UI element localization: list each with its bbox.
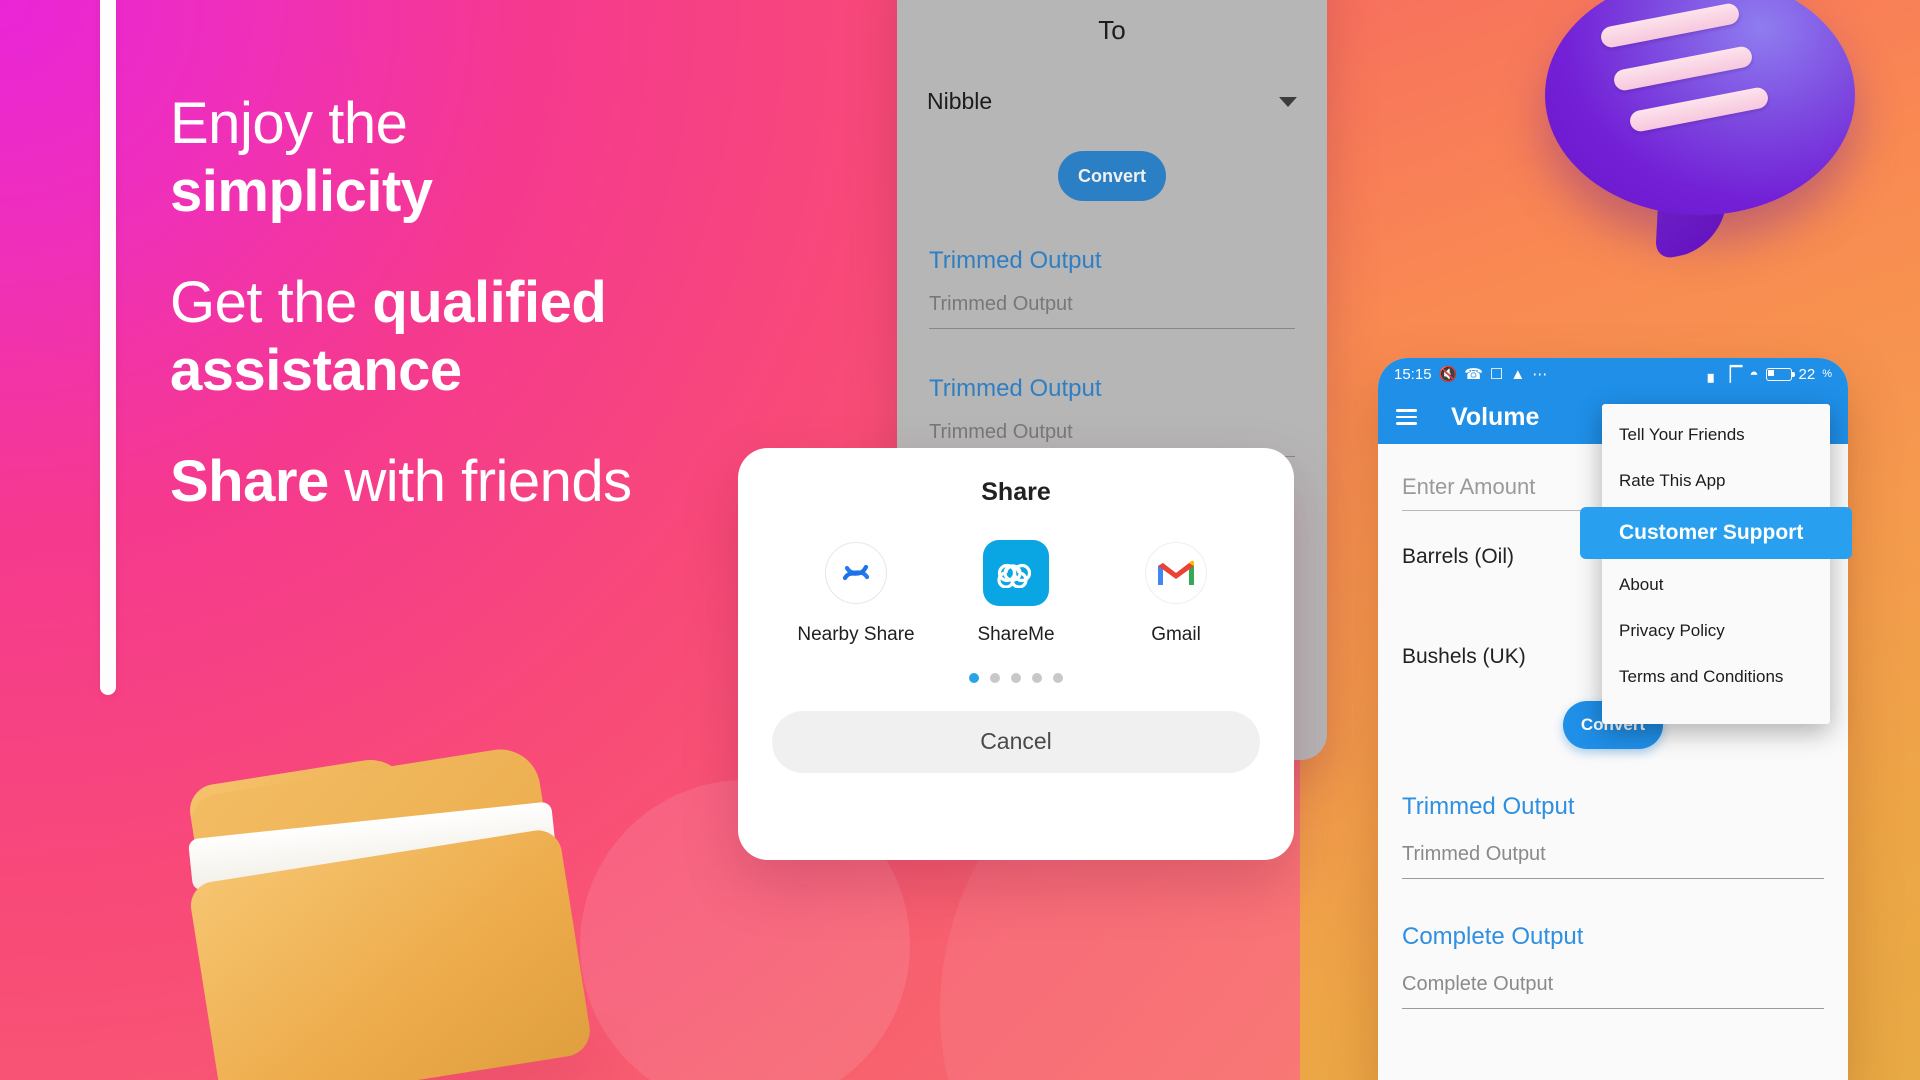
headline-2-normal: Get the	[170, 269, 373, 335]
trimmed-output-label: Trimmed Output	[1402, 793, 1575, 820]
shareme-icon	[983, 540, 1049, 606]
headline-1-bold: simplicity	[170, 159, 433, 225]
hamburger-icon[interactable]	[1396, 405, 1417, 429]
nearby-share-icon-wrap	[796, 537, 916, 609]
status-time: 15:15	[1394, 365, 1432, 383]
dim-panel-convert-button[interactable]: Convert	[1058, 151, 1166, 201]
shareme-icon-wrap	[956, 537, 1076, 609]
cloud-icon: ▲	[1510, 365, 1526, 383]
share-app-shareme[interactable]: ShareMe	[956, 537, 1076, 647]
cancel-button[interactable]: Cancel	[772, 710, 1260, 773]
signal-icon: ▖▕▔	[1707, 366, 1743, 383]
vcard-icon: ☐	[1489, 366, 1504, 383]
menu-item-customer-support[interactable]: Customer Support	[1580, 507, 1852, 559]
pagination-dot-2[interactable]	[990, 672, 1000, 683]
status-bar-right: ▖▕▔ ◓ 22%	[1707, 365, 1832, 384]
share-sheet-pagination[interactable]	[738, 672, 1294, 683]
nearby-share-icon	[825, 542, 887, 604]
dim-panel-title: To	[1098, 15, 1126, 45]
speech-bubble-3d-illustration	[1545, 0, 1875, 275]
trimmed-output-input[interactable]: Trimmed Output	[1402, 843, 1824, 879]
overflow-menu: Tell Your Friends Rate This App Customer…	[1580, 404, 1852, 724]
accent-bar	[100, 0, 116, 695]
share-sheet: Share Nearby Share ShareMe Gmail Cancel	[738, 448, 1294, 860]
share-app-label-shareme: ShareMe	[977, 624, 1055, 645]
battery-icon	[1765, 367, 1795, 381]
headline-3-bold: Share	[170, 448, 329, 514]
headline-1: Enjoy the simplicity	[170, 90, 800, 227]
status-bar: 15:15 🔇 ☎ ☐ ▲ ⋯ ▖▕▔ ◓ 22%	[1378, 358, 1848, 390]
gmail-icon	[1145, 542, 1207, 604]
call-forward-icon: ☎	[1464, 366, 1483, 383]
headline-3-normal: with friends	[328, 448, 632, 514]
wifi-icon: ◓	[1749, 365, 1759, 383]
menu-item-privacy-policy[interactable]: Privacy Policy	[1602, 608, 1830, 654]
headline-1-normal: Enjoy the	[170, 91, 408, 156]
dim-panel-section-label-2: Trimmed Output	[929, 375, 1102, 402]
battery-percent: 22	[1798, 365, 1816, 383]
mute-icon: 🔇	[1438, 366, 1458, 383]
battery-percent-symbol: %	[1822, 368, 1832, 380]
pagination-dot-4[interactable]	[1032, 672, 1042, 683]
app-bar-title: Volume	[1451, 402, 1540, 431]
pagination-dot-5[interactable]	[1053, 672, 1063, 683]
promo-headlines: Enjoy the simplicity Get the qualified a…	[170, 90, 800, 516]
menu-item-about[interactable]: About	[1602, 562, 1830, 608]
share-app-nearby-share[interactable]: Nearby Share	[796, 537, 916, 647]
share-app-gmail[interactable]: Gmail	[1116, 537, 1236, 647]
menu-item-rate-this-app[interactable]: Rate This App	[1602, 458, 1830, 504]
complete-output-input[interactable]: Complete Output	[1402, 973, 1824, 1009]
dim-panel-unit-dropdown[interactable]: Nibble	[927, 88, 1297, 115]
chevron-down-icon	[1279, 96, 1297, 107]
pagination-dot-1[interactable]	[969, 672, 979, 683]
dim-panel-section-label-1: Trimmed Output	[929, 247, 1102, 274]
share-app-list: Nearby Share ShareMe Gmail	[776, 537, 1256, 647]
share-app-label-gmail: Gmail	[1151, 624, 1201, 645]
complete-output-label: Complete Output	[1402, 923, 1584, 950]
status-bar-left: 15:15 🔇 ☎ ☐ ▲ ⋯	[1394, 365, 1548, 384]
share-app-label-nearby: Nearby Share	[797, 624, 915, 645]
menu-item-terms-and-conditions[interactable]: Terms and Conditions	[1602, 654, 1830, 700]
dim-panel-field-1[interactable]: Trimmed Output	[929, 293, 1295, 329]
pagination-dot-3[interactable]	[1011, 672, 1021, 683]
dim-panel-unit-value: Nibble	[927, 88, 993, 114]
headline-3: Share with friends	[170, 448, 800, 516]
more-icon: ⋯	[1532, 366, 1548, 383]
menu-item-tell-your-friends[interactable]: Tell Your Friends	[1602, 412, 1830, 458]
headline-2: Get the qualified assistance	[170, 269, 800, 406]
share-sheet-title: Share	[981, 478, 1051, 506]
gmail-icon-wrap	[1116, 537, 1236, 609]
